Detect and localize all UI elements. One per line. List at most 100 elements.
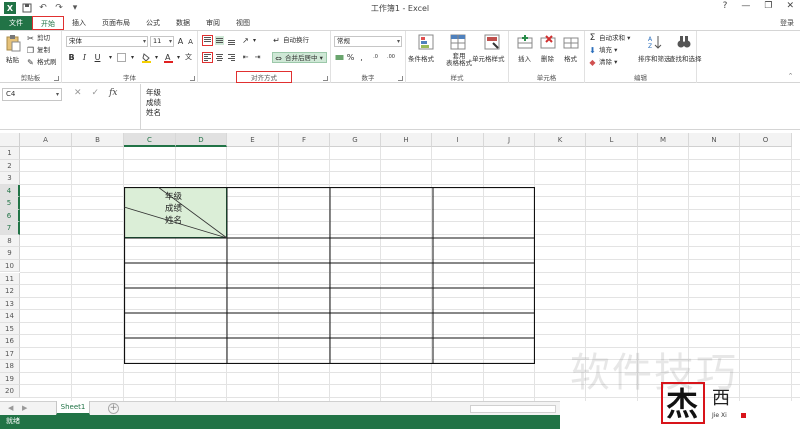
sort-filter-icon[interactable]: AZ [648, 34, 664, 50]
borders-icon[interactable] [117, 53, 126, 62]
wen-icon[interactable]: 文 [184, 53, 193, 62]
font-launcher-icon[interactable] [190, 76, 195, 81]
close-button[interactable]: ✕ [786, 1, 794, 11]
row-header[interactable]: 11 [0, 272, 20, 286]
font-color-icon[interactable]: A [164, 53, 173, 63]
tab-review[interactable]: 审阅 [198, 16, 228, 30]
row-header[interactable]: 15 [0, 322, 20, 336]
format-cells-icon[interactable] [563, 34, 579, 50]
row-header[interactable]: 13 [0, 297, 20, 311]
bottom-align-icon[interactable] [227, 36, 236, 45]
column-header[interactable]: I [432, 133, 484, 147]
paste-icon[interactable] [5, 34, 21, 52]
restore-button[interactable]: ❐ [764, 1, 772, 11]
underline-button[interactable]: U [93, 53, 102, 62]
confirm-entry-button[interactable]: ✓ [92, 88, 100, 98]
row-header[interactable]: 2 [0, 159, 20, 173]
column-header[interactable]: N [689, 133, 740, 147]
select-all-corner[interactable] [0, 133, 20, 147]
column-header[interactable]: O [740, 133, 792, 147]
format-as-table-label[interactable]: 套用 表格格式 [446, 53, 472, 67]
column-header[interactable]: E [227, 133, 279, 147]
row-header[interactable]: 16 [0, 335, 20, 348]
increase-indent-icon[interactable]: ⇥ [253, 53, 262, 62]
sheet-tab-sheet1[interactable]: Sheet1 [56, 401, 90, 415]
column-header[interactable]: A [20, 133, 72, 147]
conditional-format-label[interactable]: 条件格式 [408, 53, 434, 63]
formula-input[interactable]: 年级 成绩 姓名 [140, 84, 800, 130]
cell-styles-icon[interactable] [484, 34, 500, 50]
column-header[interactable]: M [638, 133, 689, 147]
tab-data[interactable]: 数据 [168, 16, 198, 30]
fill-color-dropdown-icon[interactable]: ▾ [152, 53, 161, 62]
tab-insert[interactable]: 插入 [64, 16, 94, 30]
top-align-icon[interactable] [202, 35, 213, 46]
column-header[interactable]: D [176, 133, 227, 147]
alignment-launcher-icon[interactable] [323, 76, 328, 81]
number-launcher-icon[interactable] [398, 76, 403, 81]
name-box[interactable]: C4 [2, 88, 62, 101]
currency-icon[interactable] [335, 53, 344, 62]
italic-button[interactable]: I [80, 53, 89, 62]
format-as-table-icon[interactable] [450, 34, 466, 50]
copy-button[interactable]: ❐ 复制 [26, 45, 50, 56]
horizontal-scrollbar[interactable] [470, 405, 556, 413]
bold-button[interactable]: B [67, 53, 76, 62]
login-link[interactable]: 登录 [780, 16, 794, 30]
format-cells-label[interactable]: 格式 [564, 53, 577, 63]
middle-align-icon[interactable] [215, 36, 224, 45]
align-center-icon[interactable] [215, 53, 224, 62]
find-select-label[interactable]: 查找和选择 [669, 53, 702, 63]
decrease-decimal-button[interactable]: .00 [384, 53, 398, 62]
row-header[interactable]: 10 [0, 259, 20, 273]
font-name-select[interactable]: 宋体 [66, 36, 148, 47]
row-header[interactable]: 20 [0, 385, 20, 398]
increase-decimal-button[interactable]: .0 [369, 53, 382, 62]
tab-formulas[interactable]: 公式 [138, 16, 168, 30]
row-header[interactable]: 5 [0, 197, 20, 210]
column-header[interactable]: G [330, 133, 381, 147]
clear-button[interactable]: ◆ 清除 ▾ [588, 57, 617, 68]
cell-styles-label[interactable]: 单元格样式 [472, 53, 505, 63]
column-header[interactable]: H [381, 133, 432, 147]
merge-center-button[interactable]: ⇔ 合并后居中 ▾ [272, 52, 327, 63]
tab-page-layout[interactable]: 页面布局 [94, 16, 138, 30]
comma-button[interactable]: , [357, 53, 366, 62]
align-left-icon[interactable] [202, 52, 213, 63]
prev-sheet-icon[interactable]: ◀ [8, 404, 13, 412]
format-painter-button[interactable]: ✎ 格式刷 [26, 57, 56, 68]
row-header[interactable]: 17 [0, 347, 20, 361]
font-size-select[interactable]: 11 [150, 36, 174, 47]
delete-cells-label[interactable]: 删除 [541, 53, 554, 63]
fill-button[interactable]: ⬇ 填充 ▾ [588, 45, 617, 56]
column-header[interactable]: J [484, 133, 535, 147]
align-right-icon[interactable] [227, 53, 236, 62]
row-header[interactable]: 18 [0, 360, 20, 373]
row-header[interactable]: 8 [0, 234, 20, 248]
conditional-format-icon[interactable] [418, 34, 434, 50]
row-header[interactable]: 7 [0, 222, 20, 235]
paste-label[interactable]: 粘贴 [6, 54, 19, 64]
row-header[interactable]: 14 [0, 310, 20, 323]
decrease-indent-icon[interactable]: ⇤ [241, 53, 250, 62]
column-header[interactable]: K [535, 133, 586, 147]
row-header[interactable]: 9 [0, 247, 20, 260]
insert-function-button[interactable]: fx [109, 88, 117, 98]
tab-view[interactable]: 视图 [228, 16, 258, 30]
number-format-select[interactable]: 常规 [334, 36, 402, 47]
column-header[interactable]: B [72, 133, 124, 147]
orientation-icon[interactable]: ↗ [241, 36, 250, 45]
wrap-text-button[interactable]: ↵ 自动换行 [272, 35, 309, 46]
column-header[interactable]: C [124, 133, 176, 147]
collapse-ribbon-icon[interactable]: ⌃ [786, 72, 795, 81]
row-header[interactable]: 3 [0, 172, 20, 185]
row-header[interactable]: 19 [0, 372, 20, 386]
cancel-entry-button[interactable]: ✕ [74, 88, 82, 98]
grow-font-icon[interactable]: A [176, 37, 185, 46]
next-sheet-icon[interactable]: ▶ [22, 404, 27, 412]
tab-home[interactable]: 开始 [32, 16, 64, 30]
row-header[interactable]: 1 [0, 147, 20, 160]
column-header[interactable]: L [586, 133, 638, 147]
help-button[interactable]: ? [723, 1, 728, 11]
percent-button[interactable]: % [346, 53, 355, 62]
